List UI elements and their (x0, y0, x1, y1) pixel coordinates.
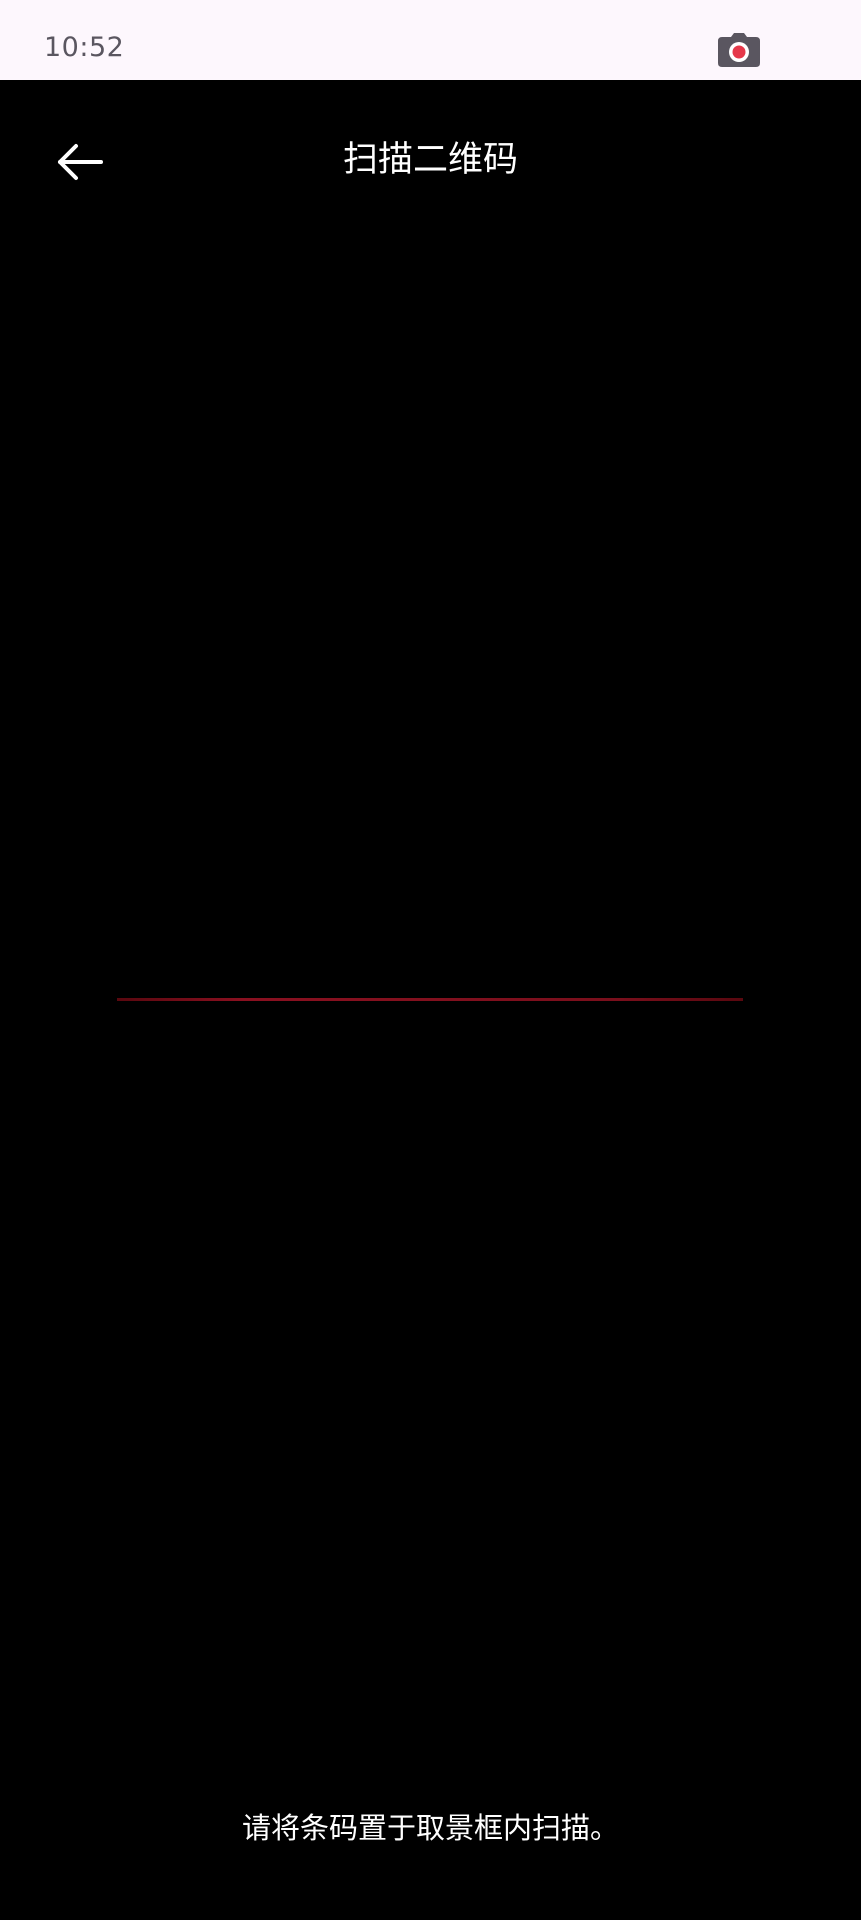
scan-hint-text: 请将条码置于取景框内扫描。 (241, 1811, 619, 1845)
scanner-viewfinder (117, 330, 743, 1330)
screen-record-camera-icon (717, 33, 761, 67)
status-bar: 10:52 (0, 0, 861, 80)
page-title: 扫描二维码 (342, 140, 518, 180)
status-time: 10:52 (44, 32, 125, 63)
scan-qr-screen: 10:52 扫描二维码 请将条码置于取景框内扫描。 (0, 0, 861, 1920)
scan-line (117, 998, 743, 1001)
